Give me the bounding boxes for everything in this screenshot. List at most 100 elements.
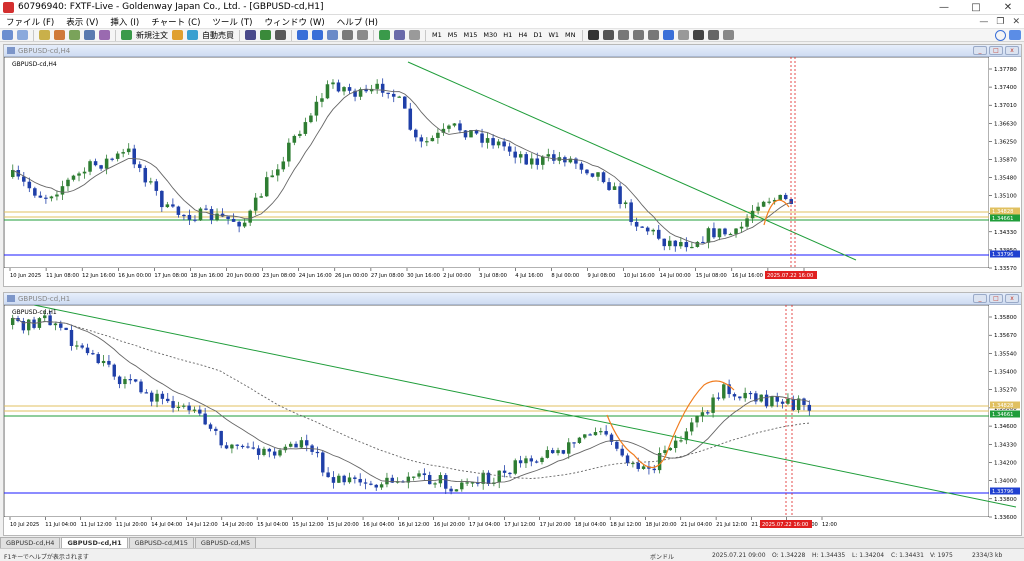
menu-close-icon[interactable]: ✕ xyxy=(1012,17,1020,27)
menu-window[interactable]: ウィンドウ (W) xyxy=(258,16,330,28)
tile-windows-icon[interactable] xyxy=(327,30,338,40)
new-order-button[interactable]: 新規注文 xyxy=(134,30,170,41)
market-watch-icon[interactable] xyxy=(39,30,50,40)
menu-insert[interactable]: 挿入 (I) xyxy=(104,16,145,28)
menu-tools[interactable]: ツール (T) xyxy=(206,16,258,28)
trendline-icon[interactable] xyxy=(647,30,659,40)
menu-view[interactable]: 表示 (V) xyxy=(60,16,104,28)
price-tick-label: 1.37400 xyxy=(994,85,1017,91)
candle-body xyxy=(325,84,330,99)
channel-icon[interactable] xyxy=(662,30,674,40)
candle-body xyxy=(679,440,683,442)
chart-restore-button[interactable]: □ xyxy=(989,46,1003,55)
candle-body xyxy=(69,329,74,346)
periods-icon[interactable] xyxy=(394,30,405,40)
candle-body xyxy=(208,424,213,429)
chart-close-button[interactable]: x xyxy=(1005,294,1019,303)
tf-m15[interactable]: M15 xyxy=(461,31,481,39)
line-chart-icon[interactable] xyxy=(275,30,286,40)
candle-body xyxy=(264,177,269,197)
navigator-icon[interactable] xyxy=(69,30,80,40)
time-tick-label: 14 Jul 12:00 xyxy=(187,522,218,528)
chart-close-button[interactable]: x xyxy=(1005,46,1019,55)
tf-w1[interactable]: W1 xyxy=(545,31,562,39)
indicators-icon[interactable] xyxy=(379,30,390,40)
text-tool-icon[interactable] xyxy=(692,30,704,40)
menu-file[interactable]: ファイル (F) xyxy=(0,16,60,28)
terminal-icon[interactable] xyxy=(84,30,95,40)
chat-icon[interactable] xyxy=(1009,30,1021,40)
time-tick-label: 14 Jul 04:00 xyxy=(151,522,182,528)
autoscroll-icon[interactable] xyxy=(342,30,353,40)
tf-h4[interactable]: H4 xyxy=(515,31,530,39)
candle-body xyxy=(149,181,153,183)
chart-minimize-button[interactable]: _ xyxy=(973,294,987,303)
level-price-tag-label: 1.34828 xyxy=(992,403,1013,409)
close-button[interactable]: ✕ xyxy=(992,0,1024,15)
zoom-out-icon[interactable] xyxy=(312,30,323,40)
tf-m5[interactable]: M5 xyxy=(445,31,461,39)
candle-body xyxy=(496,141,501,146)
auto-trade-button[interactable]: 自動売買 xyxy=(200,30,236,41)
horizontal-line-icon[interactable] xyxy=(632,30,644,40)
chart-plot-h1[interactable]: GBPUSD-cd,H1 1.35800 1.35670 1.35540 1.35400… xyxy=(4,305,1021,535)
chart-minimize-button[interactable]: _ xyxy=(973,46,987,55)
new-chart-icon[interactable] xyxy=(2,30,13,40)
candle-body xyxy=(615,441,619,449)
crosshair-icon[interactable] xyxy=(602,30,614,40)
strategy-tester-icon[interactable] xyxy=(99,30,110,40)
time-tick-label: 21 Jul 04:00 xyxy=(681,522,712,528)
candle-body xyxy=(593,432,598,436)
candle-body xyxy=(513,151,517,158)
new-order-icon[interactable] xyxy=(121,30,132,40)
tf-mn[interactable]: MN xyxy=(562,31,578,39)
search-icon[interactable] xyxy=(995,30,1006,41)
zoom-in-icon[interactable] xyxy=(297,30,308,40)
minimize-button[interactable]: — xyxy=(928,0,960,15)
price-tick-label: 1.35270 xyxy=(994,388,1017,394)
candlestick-icon[interactable] xyxy=(260,30,271,40)
candle-body xyxy=(535,158,540,165)
candle-body xyxy=(518,460,523,464)
tf-d1[interactable]: D1 xyxy=(530,31,545,39)
tf-h1[interactable]: H1 xyxy=(500,31,515,39)
menu-restore-icon[interactable]: ❐ xyxy=(996,17,1004,27)
candle-body xyxy=(411,476,416,478)
tab-gbpusd-m5[interactable]: GBPUSD-cd,M5 xyxy=(194,537,257,548)
menu-help[interactable]: ヘルプ (H) xyxy=(331,16,384,28)
tab-gbpusd-h4[interactable]: GBPUSD-cd,H4 xyxy=(0,537,61,548)
data-window-icon[interactable] xyxy=(54,30,65,40)
meta-editor-icon[interactable] xyxy=(172,30,183,40)
menu-minimize-icon[interactable]: — xyxy=(979,17,988,27)
tf-m1[interactable]: M1 xyxy=(429,31,445,39)
label-tool-icon[interactable] xyxy=(707,30,719,40)
templates-icon[interactable] xyxy=(409,30,420,40)
candle-body xyxy=(44,197,48,199)
level-price-tag-label: 1.34661 xyxy=(992,412,1013,418)
chart-shift-icon[interactable] xyxy=(357,30,368,40)
candle-body xyxy=(583,434,587,438)
vertical-line-icon[interactable] xyxy=(617,30,629,40)
candle-body xyxy=(315,451,320,454)
chart-plot-h4[interactable]: GBPUSD-cd,H4 1.37780 1.37400 1.37010 1.36630… xyxy=(4,57,1021,286)
candle-body xyxy=(283,446,288,451)
tf-m30[interactable]: M30 xyxy=(480,31,500,39)
arrows-tool-icon[interactable] xyxy=(722,30,734,40)
candle-body xyxy=(684,242,689,248)
tab-gbpusd-h1[interactable]: GBPUSD-cd,H1 xyxy=(61,537,128,548)
auto-trade-icon[interactable] xyxy=(187,30,198,40)
price-tick-label: 1.33600 xyxy=(994,515,1017,521)
candle-body xyxy=(596,172,600,177)
fibonacci-icon[interactable] xyxy=(677,30,689,40)
chart-restore-button[interactable]: □ xyxy=(989,294,1003,303)
bar-chart-icon[interactable] xyxy=(245,30,256,40)
profiles-icon[interactable] xyxy=(17,30,28,40)
cursor-icon[interactable] xyxy=(587,30,599,40)
candle-body xyxy=(27,181,32,189)
tab-gbpusd-m15[interactable]: GBPUSD-cd,M15 xyxy=(128,537,194,548)
maximize-button[interactable]: □ xyxy=(960,0,992,15)
time-tick-label: 15 Jul 12:00 xyxy=(292,522,323,528)
candle-body xyxy=(99,165,103,169)
candle-body xyxy=(347,87,352,91)
menu-chart[interactable]: チャート (C) xyxy=(145,16,206,28)
